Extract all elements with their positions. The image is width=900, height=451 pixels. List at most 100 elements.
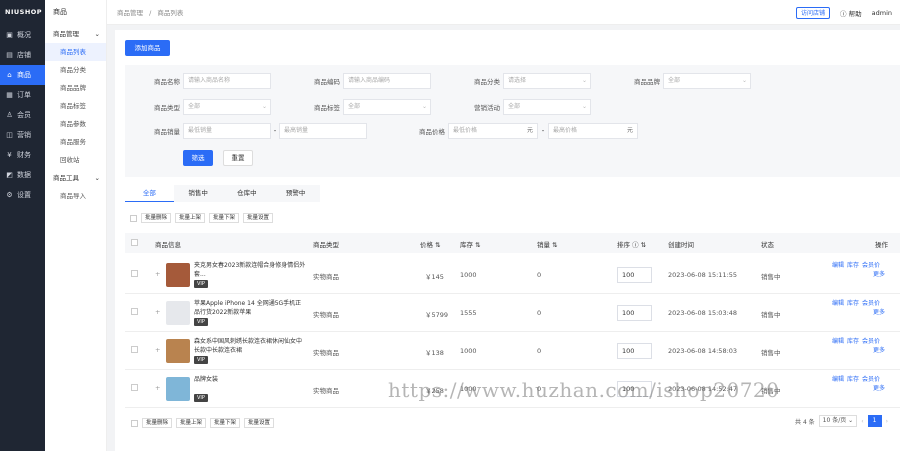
member-price-link[interactable]: 会员价 <box>862 376 880 383</box>
filter-name: 商品名称 请输入商品名称 <box>125 73 271 89</box>
sales-min-input[interactable]: 最低销量 <box>183 123 271 139</box>
header-checkbox[interactable] <box>131 239 138 246</box>
sidebar-item-0[interactable]: ▣ 概况 <box>0 25 45 45</box>
batch-delete-button[interactable]: 批量删除 <box>141 213 172 223</box>
more-link[interactable]: 更多 <box>873 385 885 392</box>
edit-link[interactable]: 编辑 <box>832 376 844 383</box>
product-name[interactable]: 夹克男女春2023新款连帽合身修身情侣外套... <box>194 261 306 279</box>
sort-input[interactable]: 100 <box>617 305 652 321</box>
select-all-checkbox[interactable] <box>130 214 137 222</box>
row-actions: 编辑 库存 会员价更多 <box>832 299 900 317</box>
footer-select-all-checkbox[interactable] <box>131 419 138 427</box>
row-checkbox[interactable] <box>131 308 138 315</box>
filter-button[interactable]: 筛选 <box>183 150 213 166</box>
more-link[interactable]: 更多 <box>873 309 885 316</box>
created-time: 2023-06-08 15:11:55 <box>668 271 738 279</box>
filter-sales: 商品销量 最低销量 - 最高销量 <box>125 123 367 139</box>
stock-link[interactable]: 库存 <box>847 338 859 345</box>
vip-badge: VIP <box>194 318 208 326</box>
goods-code-input[interactable]: 请输入商品编码 <box>343 73 431 89</box>
row-checkbox[interactable] <box>131 346 138 353</box>
visit-store-button[interactable]: 访问店铺 <box>796 7 831 19</box>
page-number[interactable]: 1 <box>867 415 882 427</box>
breadcrumb-goods-manage[interactable]: 商品管理 <box>117 9 143 17</box>
sort-input[interactable]: 100 <box>617 343 652 359</box>
product-name[interactable]: 森女系中国风刺绣长款连衣裙休闲仙女中长款中长款连衣裙 <box>194 337 306 355</box>
goods-name-input[interactable]: 请输入商品名称 <box>183 73 271 89</box>
footer-batch-onshelf-button[interactable]: 批量上架 <box>176 418 207 428</box>
row-checkbox[interactable] <box>131 270 138 277</box>
col-sort[interactable]: 排序 ⓘ ⇅ <box>617 239 646 249</box>
subnav-group-goods-tools[interactable]: 商品工具 ⌄ <box>45 169 106 187</box>
footer-batch-delete-button[interactable]: 批量删除 <box>142 418 173 428</box>
tab-3[interactable]: 预警中 <box>271 185 320 202</box>
prev-page-button[interactable]: ‹ <box>861 418 863 425</box>
product-thumbnail <box>166 263 190 287</box>
help-link[interactable]: ⓘ 帮助 <box>840 8 862 18</box>
more-link[interactable]: 更多 <box>873 271 885 278</box>
subnav-item-1[interactable]: 商品分类 <box>45 61 106 79</box>
goods-type-select[interactable]: 全部 ⌄ <box>183 99 271 115</box>
price-max-input[interactable]: 最高价格元 <box>548 123 638 139</box>
expand-icon[interactable]: + <box>155 384 160 392</box>
sidebar-item-1[interactable]: ▤ 店铺 <box>0 45 45 65</box>
subnav-item-5[interactable]: 商品服务 <box>45 133 106 151</box>
batch-setting-button[interactable]: 批量设置 <box>243 213 274 223</box>
col-sales[interactable]: 销量 ⇅ <box>537 239 558 249</box>
stock-link[interactable]: 库存 <box>847 376 859 383</box>
tab-2[interactable]: 仓库中 <box>223 185 272 202</box>
tab-1[interactable]: 销售中 <box>174 185 223 202</box>
subnav-group-goods-manage[interactable]: 商品管理 ⌄ <box>45 25 106 43</box>
goods-tag-select[interactable]: 全部 ⌄ <box>343 99 431 115</box>
subnav-item-goods-import[interactable]: 商品导入 <box>45 187 106 205</box>
sidebar-item-8[interactable]: ⚙ 设置 <box>0 185 45 205</box>
stock-link[interactable]: 库存 <box>847 300 859 307</box>
edit-link[interactable]: 编辑 <box>832 338 844 345</box>
add-goods-button[interactable]: 添加商品 <box>125 40 170 56</box>
expand-icon[interactable]: + <box>155 346 160 354</box>
brand-select[interactable]: 全部 ⌄ <box>663 73 751 89</box>
sidebar-item-7[interactable]: ◩ 数据 <box>0 165 45 185</box>
sidebar-item-3[interactable]: ▦ 订单 <box>0 85 45 105</box>
stock-link[interactable]: 库存 <box>847 262 859 269</box>
page-size-select[interactable]: 10 条/页 ⌄ <box>818 415 858 427</box>
sidebar-item-6[interactable]: ¥ 财务 <box>0 145 45 165</box>
subnav-item-4[interactable]: 商品参数 <box>45 115 106 133</box>
member-price-link[interactable]: 会员价 <box>862 262 880 269</box>
footer-batch-offshelf-button[interactable]: 批量下架 <box>210 418 241 428</box>
col-stock[interactable]: 库存 ⇅ <box>460 239 481 249</box>
product-name[interactable]: 苹果Apple iPhone 14 全网通5G手机正品行货2022新款苹果 <box>194 299 306 317</box>
reset-button[interactable]: 重置 <box>223 150 253 166</box>
tab-0[interactable]: 全部 <box>125 185 174 202</box>
row-checkbox[interactable] <box>131 384 138 391</box>
edit-link[interactable]: 编辑 <box>832 262 844 269</box>
member-icon: ♙ <box>6 111 13 119</box>
sales-max-input[interactable]: 最高销量 <box>279 123 367 139</box>
col-ops: 操作 <box>875 241 888 249</box>
member-price-link[interactable]: 会员价 <box>862 300 880 307</box>
sidebar-item-5[interactable]: ◫ 营销 <box>0 125 45 145</box>
col-price[interactable]: 价格 ⇅ <box>420 239 441 249</box>
subnav-item-0[interactable]: 商品列表 <box>45 43 106 61</box>
batch-onshelf-button[interactable]: 批量上架 <box>175 213 206 223</box>
next-page-button[interactable]: › <box>886 418 888 425</box>
subnav-item-3[interactable]: 商品标签 <box>45 97 106 115</box>
price-min-input[interactable]: 最低价格元 <box>448 123 538 139</box>
product-name[interactable]: 品牌女装 <box>194 375 306 384</box>
edit-link[interactable]: 编辑 <box>832 300 844 307</box>
expand-icon[interactable]: + <box>155 308 160 316</box>
user-menu[interactable]: admin <box>872 9 892 17</box>
member-price-link[interactable]: 会员价 <box>862 338 880 345</box>
category-select[interactable]: 请选择 ⌄ <box>503 73 591 89</box>
sidebar-item-2[interactable]: ⌂ 商品 <box>0 65 45 85</box>
subnav-item-6[interactable]: 回收站 <box>45 151 106 169</box>
more-link[interactable]: 更多 <box>873 347 885 354</box>
batch-offshelf-button[interactable]: 批量下架 <box>209 213 240 223</box>
sort-input[interactable]: 100 <box>617 267 652 283</box>
subnav-item-2[interactable]: 商品品牌 <box>45 79 106 97</box>
sidebar-item-4[interactable]: ♙ 会员 <box>0 105 45 125</box>
footer-batch-setting-button[interactable]: 批量设置 <box>244 418 275 428</box>
expand-icon[interactable]: + <box>155 270 160 278</box>
promotion-select[interactable]: 全部 ⌄ <box>503 99 591 115</box>
table-header: 商品信息 商品类型 价格 ⇅ 库存 ⇅ 销量 ⇅ 排序 ⓘ ⇅ 创建时间 状态 … <box>125 233 900 253</box>
